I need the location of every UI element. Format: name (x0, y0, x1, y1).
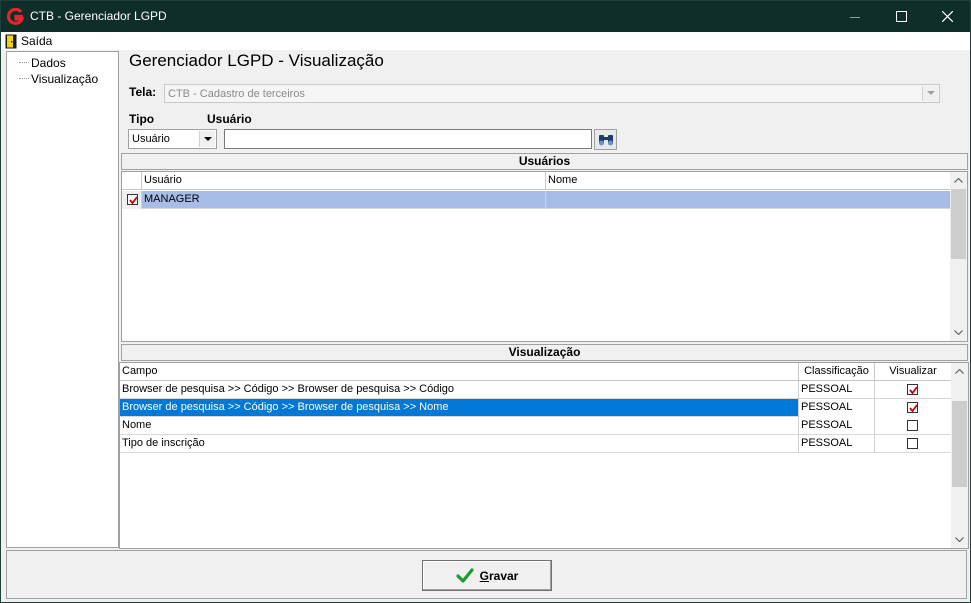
tela-value: CTB - Cadastro de terceiros (168, 88, 305, 100)
search-button[interactable] (594, 129, 617, 150)
tree-connector (19, 62, 29, 63)
cell-campo: Browser de pesquisa >> Código >> Browser… (120, 399, 799, 417)
cell-visualizar (875, 381, 951, 399)
save-button-label: Gravar (479, 568, 519, 583)
visualizacao-scrollbar[interactable] (951, 363, 968, 548)
close-button[interactable] (924, 1, 970, 32)
cell-visualizar (875, 399, 951, 417)
column-header-campo[interactable]: Campo (120, 363, 799, 381)
visualizar-checkbox[interactable] (907, 420, 918, 431)
cell-visualizar (875, 435, 951, 453)
usuarios-grid-header: Usuário Nome (122, 172, 950, 190)
checkbox-column-header (122, 172, 142, 190)
cell-classificacao: PESSOAL (799, 399, 875, 417)
menu-item-saida[interactable]: Saída (5, 32, 52, 50)
scroll-thumb[interactable] (952, 401, 967, 487)
column-header-classificacao[interactable]: Classificação (799, 363, 875, 381)
scroll-up-icon[interactable] (951, 363, 968, 380)
close-icon (941, 11, 953, 22)
binoculars-icon (598, 134, 613, 145)
table-row-selected[interactable]: Browser de pesquisa >> Código >> Browser… (120, 399, 951, 417)
tree-item-label: Visualização (31, 71, 99, 86)
cell-nome (546, 191, 950, 209)
table-row[interactable]: MANAGER (122, 191, 950, 209)
chevron-down-icon[interactable] (199, 131, 215, 147)
visualizar-checkbox[interactable] (907, 402, 918, 413)
visualizacao-grid-header: Campo Classificação Visualizar (120, 363, 951, 381)
app-logo-icon (7, 8, 25, 25)
tree-item-label: Dados (31, 55, 66, 70)
row-check-cell[interactable] (122, 191, 142, 209)
usuarios-section-header: Usuários (121, 153, 968, 170)
tela-combobox[interactable]: CTB - Cadastro de terceiros (164, 84, 940, 103)
checkmark-icon (129, 196, 138, 205)
tipo-combobox[interactable]: Usuário (128, 129, 217, 149)
checkmark-icon (909, 386, 918, 395)
cell-campo: Browser de pesquisa >> Código >> Browser… (120, 381, 799, 399)
tela-label: Tela: (129, 85, 157, 99)
main-window: CTB - Gerenciador LGPD Saída Dados Visua… (0, 0, 971, 603)
column-header-usuario[interactable]: Usuário (142, 172, 546, 190)
title-bar: CTB - Gerenciador LGPD (1, 1, 970, 32)
window-title: CTB - Gerenciador LGPD (30, 9, 167, 23)
table-row[interactable]: Tipo de inscrição PESSOAL (120, 435, 951, 453)
exit-door-icon (5, 34, 17, 48)
cell-classificacao: PESSOAL (799, 417, 875, 435)
usuarios-grid: Usuário Nome MANAGER (121, 171, 968, 342)
minimize-button[interactable] (832, 1, 878, 32)
checkmark-icon (456, 567, 474, 583)
tree-item-visualizacao[interactable]: Visualização (7, 71, 98, 86)
cell-campo: Nome (120, 417, 799, 435)
cell-classificacao: PESSOAL (799, 435, 875, 453)
chevron-down-icon[interactable] (922, 86, 938, 101)
visualizacao-grid: Campo Classificação Visualizar Browser d… (119, 362, 969, 549)
visualizacao-section-header: Visualização (121, 344, 968, 361)
visualizar-checkbox[interactable] (907, 384, 918, 395)
column-header-visualizar[interactable]: Visualizar (875, 363, 951, 381)
tree-connector (19, 78, 29, 79)
menu-item-label: Saída (21, 34, 53, 48)
column-header-nome[interactable]: Nome (546, 172, 950, 190)
usuario-input[interactable] (224, 129, 592, 149)
tree-item-dados[interactable]: Dados (7, 55, 66, 70)
save-button[interactable]: Gravar (422, 560, 552, 591)
menu-bar: Saída (1, 32, 970, 50)
scroll-up-icon[interactable] (950, 172, 967, 189)
table-row[interactable]: Nome PESSOAL (120, 417, 951, 435)
row-checkbox[interactable] (127, 194, 138, 205)
scroll-thumb[interactable] (951, 189, 966, 259)
cell-classificacao: PESSOAL (799, 381, 875, 399)
minimize-icon (850, 16, 860, 18)
navigation-tree: Dados Visualização (6, 51, 119, 548)
scroll-down-icon[interactable] (950, 324, 967, 341)
cell-campo: Tipo de inscrição (120, 435, 799, 453)
table-row[interactable]: Browser de pesquisa >> Código >> Browser… (120, 381, 951, 399)
maximize-button[interactable] (878, 1, 924, 32)
tipo-value: Usuário (132, 133, 170, 145)
visualizar-checkbox[interactable] (907, 438, 918, 449)
cell-visualizar (875, 417, 951, 435)
usuario-label: Usuário (207, 112, 252, 126)
scroll-down-icon[interactable] (951, 531, 968, 548)
page-title: Gerenciador LGPD - Visualização (129, 51, 384, 70)
cell-usuario: MANAGER (142, 191, 546, 209)
checkmark-icon (909, 404, 918, 413)
maximize-icon (895, 11, 907, 22)
tipo-label: Tipo (129, 112, 155, 126)
usuarios-scrollbar[interactable] (950, 172, 967, 341)
